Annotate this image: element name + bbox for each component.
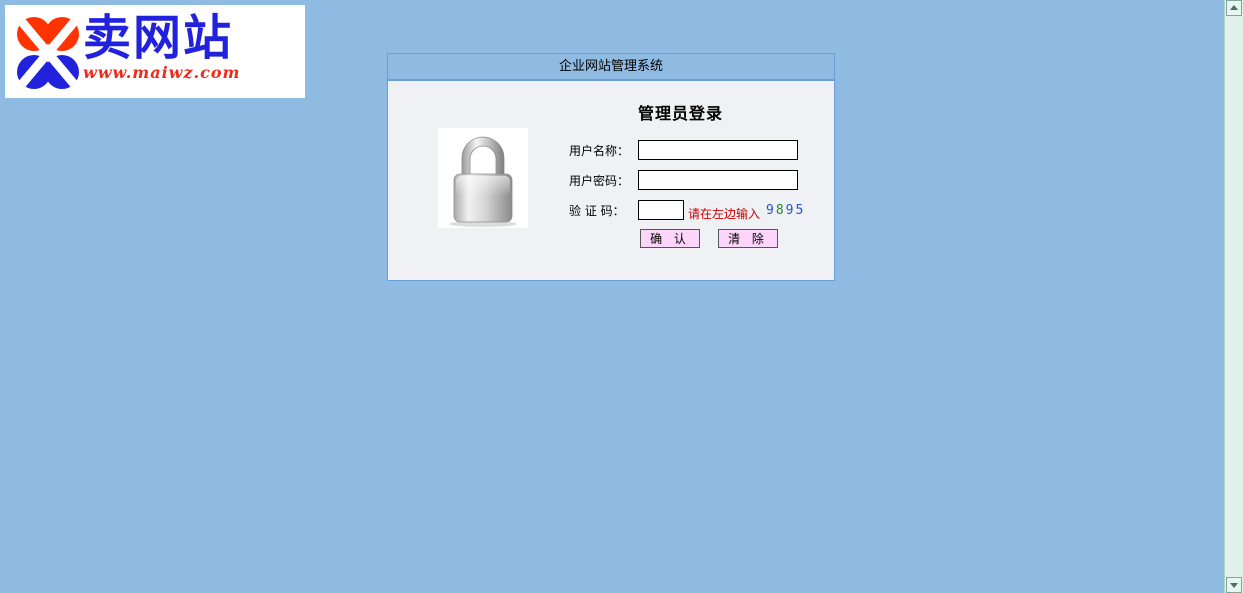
scroll-up-arrow-icon[interactable]	[1226, 0, 1242, 16]
login-panel: 企业网站管理系统 管理员登录 用户名称： 用户密码： 验 证 码： 请在左边输入…	[387, 53, 835, 281]
clear-button[interactable]: 清 除	[718, 229, 778, 248]
username-input[interactable]	[638, 140, 798, 160]
captcha-input[interactable]	[638, 200, 684, 220]
captcha-code: 9895	[766, 203, 805, 218]
captcha-digit: 9	[785, 203, 796, 218]
vertical-scrollbar[interactable]	[1224, 0, 1243, 593]
captcha-digit: 9	[766, 203, 776, 218]
password-label: 用户密码：	[569, 174, 630, 188]
password-input[interactable]	[638, 170, 798, 190]
captcha-hint: 请在左边输入	[688, 207, 761, 221]
scroll-down-arrow-icon[interactable]	[1226, 577, 1242, 593]
username-label: 用户名称：	[569, 144, 630, 158]
captcha-digit: 8	[775, 203, 786, 218]
site-logo: 卖网站 www.maiwz.com	[5, 5, 305, 98]
padlock-icon	[438, 128, 528, 228]
logo-brand-text: 卖网站	[83, 10, 234, 66]
captcha-label: 验 证 码：	[569, 204, 625, 218]
logo-x-icon	[17, 17, 79, 89]
form-title: 管理员登录	[638, 104, 724, 123]
logo-url-text: www.maiwz.com	[83, 63, 241, 82]
panel-header-title: 企业网站管理系统	[388, 54, 834, 81]
captcha-digit: 5	[795, 203, 806, 218]
confirm-button[interactable]: 确 认	[640, 229, 700, 248]
